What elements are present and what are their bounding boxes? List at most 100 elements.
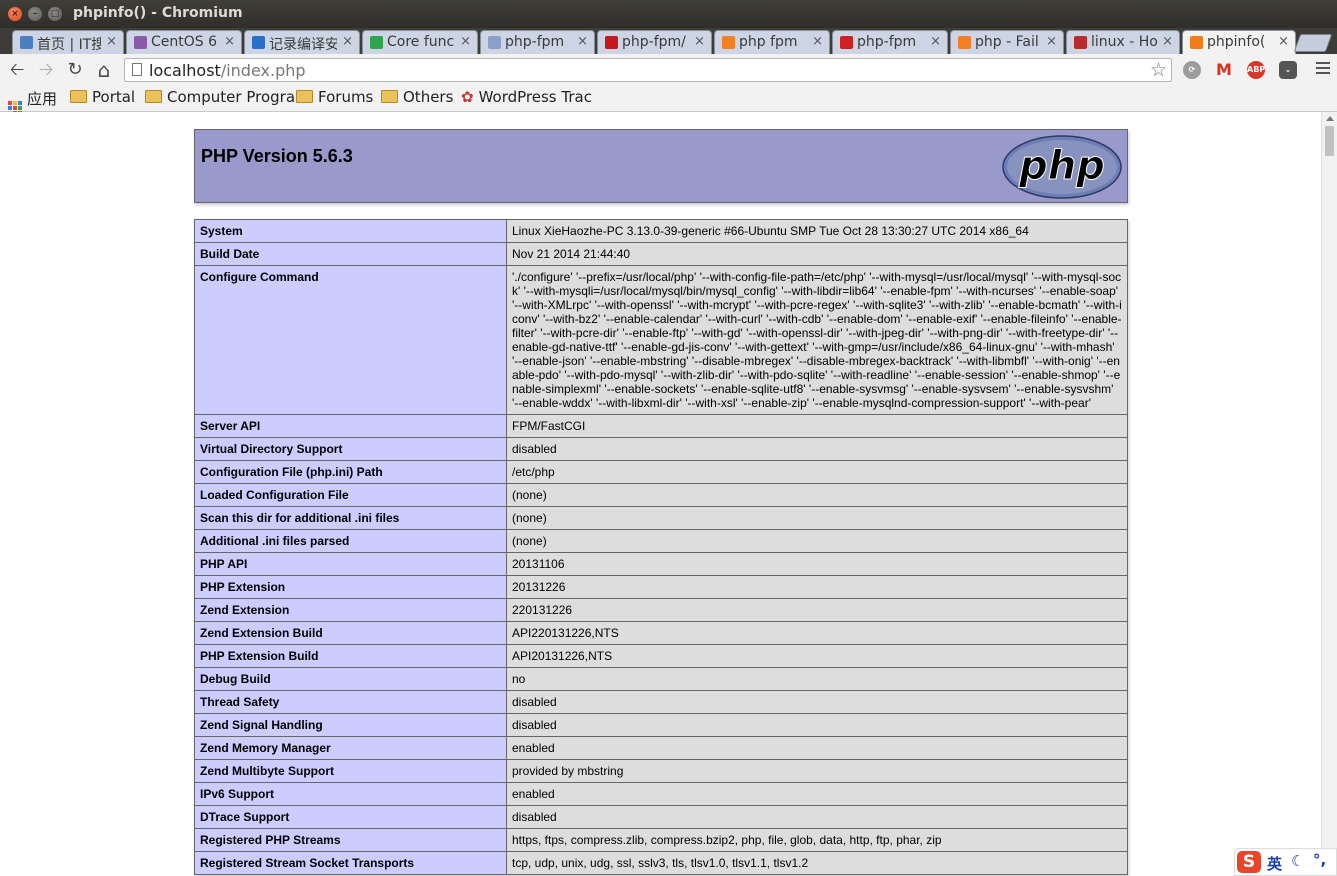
bookmark-wordpress-trac[interactable]: ✿ WordPress Trac: [461, 88, 592, 106]
php-logo-text: php: [1018, 143, 1105, 189]
ime-punctuation-icon[interactable]: °,: [1313, 851, 1326, 869]
bookmark-forums[interactable]: Forums: [296, 88, 373, 106]
tab-close-icon[interactable]: ×: [106, 34, 117, 49]
info-row: Build Date Nov 21 2014 21:44:40: [194, 242, 1128, 266]
tab-label: Core func: [387, 34, 455, 50]
info-key: Registered Stream Socket Transports: [194, 851, 507, 875]
tab-close-icon[interactable]: ×: [1162, 34, 1173, 49]
info-key: Debug Build: [194, 667, 507, 691]
core-icon: [370, 36, 383, 49]
tab-close-icon[interactable]: ×: [342, 34, 353, 49]
bookmark-computer-programming[interactable]: Computer Progra: [145, 88, 295, 106]
bookmark-portal[interactable]: Portal: [70, 88, 135, 106]
info-row: DTrace Support disabled: [194, 805, 1128, 829]
php-logo-icon: php: [1002, 135, 1122, 199]
tab-label: phpinfo(: [1207, 34, 1266, 50]
info-row: Server API FPM/FastCGI: [194, 414, 1128, 438]
bookmark-apps[interactable]: 应用: [8, 88, 57, 115]
tab-6[interactable]: php-fpm/ ×: [597, 30, 712, 54]
tab-strip: 首页 | IT搜 × CentOS 6 × 记录编译安 × Core func × php-fp…: [0, 28, 1337, 55]
info-key: Zend Signal Handling: [194, 713, 507, 737]
xampp-icon: [1190, 36, 1203, 49]
info-row: Debug Build no: [194, 667, 1128, 691]
info-row: Additional .ini files parsed (none): [194, 529, 1128, 553]
info-value: FPM/FastCGI: [506, 414, 1128, 438]
tab-close-icon[interactable]: ×: [577, 34, 588, 49]
tab-close-icon[interactable]: ×: [930, 34, 941, 49]
reload-icon[interactable]: ↻: [62, 57, 88, 83]
info-row: Zend Signal Handling disabled: [194, 713, 1128, 737]
rainbow-icon: [840, 36, 853, 49]
tab-9[interactable]: php - Fail ×: [950, 30, 1064, 54]
tab-11[interactable]: phpinfo( ×: [1182, 30, 1296, 55]
tab-close-icon[interactable]: ×: [460, 34, 471, 49]
tab-close-icon[interactable]: ×: [224, 34, 235, 49]
info-key: Configure Command: [194, 265, 507, 415]
tab-close-icon[interactable]: ×: [812, 34, 823, 49]
tab-label: 首页 | IT搜: [37, 37, 101, 53]
info-key: PHP Extension: [194, 575, 507, 599]
pocket-extension-icon[interactable]: ⌄: [1279, 61, 1297, 79]
window-close-button[interactable]: ×: [8, 7, 22, 21]
scroll-up-arrow-icon[interactable]: [1326, 116, 1334, 121]
info-row: PHP API 20131106: [194, 552, 1128, 576]
info-key: Zend Extension: [194, 598, 507, 622]
ime-toolbar[interactable]: S 英 ☾ °,: [1234, 848, 1337, 876]
info-row: Thread Safety disabled: [194, 690, 1128, 714]
tab-7[interactable]: php fpm ×: [714, 30, 830, 54]
tab-8[interactable]: php-fpm ×: [832, 30, 948, 54]
url-text: localhost/index.php: [149, 61, 306, 80]
vertical-scrollbar[interactable]: [1321, 112, 1337, 876]
browser-toolbar: 🡠 🡢 ↻ ⌂ localhost/index.php ☆ ⟳ M ABP ⌄: [0, 54, 1337, 86]
address-bar[interactable]: localhost/index.php ☆: [124, 58, 1172, 82]
bookmark-others[interactable]: Others: [381, 88, 453, 106]
home-icon[interactable]: ⌂: [91, 57, 117, 83]
tab-label: php-fpm: [857, 34, 917, 50]
info-key: Zend Memory Manager: [194, 736, 507, 760]
gmail-extension-icon[interactable]: M: [1215, 61, 1233, 79]
ime-halfwidth-moon-icon[interactable]: ☾: [1291, 852, 1304, 870]
info-value: enabled: [506, 782, 1128, 806]
tab-label: php-fpm/: [622, 34, 686, 50]
ime-language-indicator[interactable]: 英: [1267, 853, 1282, 874]
tab-5[interactable]: php-fpm ×: [480, 30, 595, 54]
sogou-ime-icon[interactable]: S: [1237, 851, 1261, 873]
tab-close-icon[interactable]: ×: [694, 34, 705, 49]
info-value: disabled: [506, 805, 1128, 829]
info-row: Configure Command './configure' '--prefix…: [194, 265, 1128, 415]
info-row: IPv6 Support enabled: [194, 782, 1128, 806]
adblock-extension-icon[interactable]: ABP: [1247, 61, 1265, 79]
chrome-menu-icon[interactable]: [1316, 62, 1330, 77]
forward-arrow-icon[interactable]: 🡢: [33, 57, 59, 83]
info-key: IPv6 Support: [194, 782, 507, 806]
tab-1[interactable]: 首页 | IT搜 ×: [12, 30, 124, 54]
tab-close-icon[interactable]: ×: [1046, 34, 1057, 49]
page-viewport: PHP Version 5.6.3 php System Linux XieHao…: [0, 112, 1321, 876]
sync-extension-icon[interactable]: ⟳: [1183, 61, 1201, 79]
page-icon: [132, 63, 142, 76]
new-tab-button[interactable]: [1293, 34, 1333, 52]
info-row: PHP Extension 20131226: [194, 575, 1128, 599]
tab-3[interactable]: 记录编译安 ×: [244, 30, 360, 54]
back-arrow-icon[interactable]: 🡠: [4, 57, 30, 83]
folder-icon: [296, 90, 313, 103]
tab-4[interactable]: Core func ×: [362, 30, 478, 54]
info-key: PHP Extension Build: [194, 644, 507, 668]
it-icon: [20, 36, 33, 49]
bookmark-star-icon[interactable]: ☆: [1150, 59, 1167, 81]
bookmarks-bar: 应用 Portal Computer Progra Forums Others …: [0, 86, 1337, 115]
tab-2[interactable]: CentOS 6 ×: [126, 30, 242, 54]
serverfault-icon: [1074, 36, 1087, 49]
window-minimize-button[interactable]: –: [28, 7, 42, 21]
tab-close-icon[interactable]: ×: [1278, 34, 1289, 49]
scrollbar-thumb[interactable]: [1325, 126, 1334, 156]
info-key: Registered PHP Streams: [194, 828, 507, 852]
info-row: PHP Extension Build API20131226,NTS: [194, 644, 1128, 668]
info-row: Loaded Configuration File (none): [194, 483, 1128, 507]
tab-label: php - Fail: [975, 34, 1039, 50]
info-value: enabled: [506, 736, 1128, 760]
info-value: tcp, udp, unix, udg, ssl, sslv3, tls, tl…: [506, 851, 1128, 875]
info-row: Zend Memory Manager enabled: [194, 736, 1128, 760]
tab-10[interactable]: linux - Ho ×: [1066, 30, 1180, 54]
window-maximize-button[interactable]: □: [48, 7, 62, 21]
